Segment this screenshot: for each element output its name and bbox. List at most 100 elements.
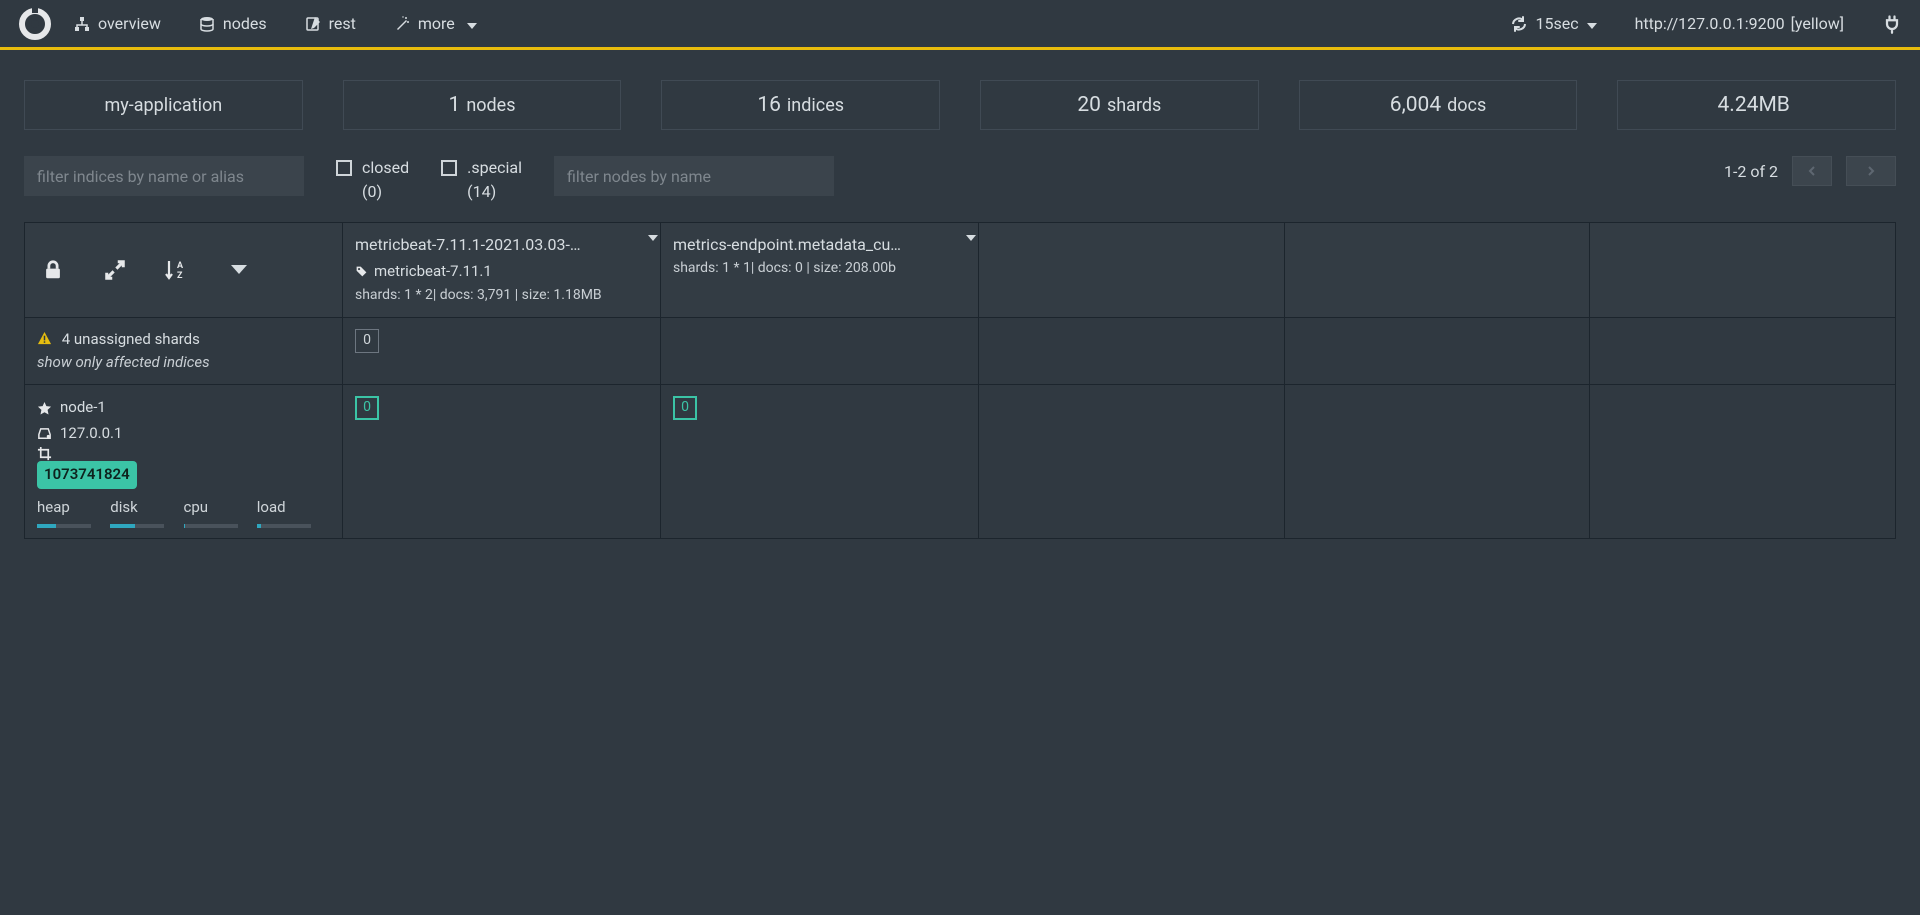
closed-checkbox[interactable]: closed (0) <box>336 156 409 204</box>
checkbox-icon <box>441 160 457 176</box>
pager-prev-button[interactable] <box>1792 156 1832 186</box>
node-ip: 127.0.0.1 <box>60 421 122 447</box>
index-tag: metricbeat-7.11.1 <box>374 260 492 283</box>
hierarchy-icon <box>74 16 90 32</box>
nav-overview[interactable]: overview <box>74 14 161 33</box>
blank-cell <box>1590 223 1895 317</box>
size-value: 4.24MB <box>1718 93 1790 117</box>
node-name: node-1 <box>60 395 106 421</box>
shard-replica-box[interactable]: 0 <box>355 329 379 353</box>
chevron-down-icon <box>467 14 477 33</box>
index-header[interactable]: metrics-endpoint.metadata_cu… shards: 1 … <box>661 223 979 317</box>
gauge-disk[interactable]: disk <box>110 495 183 529</box>
shard-cell: 0 <box>343 318 661 385</box>
nav-more[interactable]: more <box>394 14 477 33</box>
sort-az-icon[interactable]: AZ <box>163 256 191 284</box>
index-menu-toggle[interactable] <box>648 225 658 248</box>
index-meta: shards: 1 * 2| docs: 3,791 | size: 1.18M… <box>355 285 648 307</box>
blank-cell <box>979 223 1285 317</box>
refresh-icon <box>1511 16 1527 32</box>
tile-shards[interactable]: 20 shards <box>980 80 1259 130</box>
blank-cell <box>1285 223 1591 317</box>
top-navbar: overview nodes rest more 15s <box>0 0 1920 50</box>
node-gauges: heap disk cpu load <box>37 495 330 529</box>
tile-nodes[interactable]: 1 nodes <box>343 80 622 130</box>
tile-cluster-name[interactable]: my-application <box>24 80 303 130</box>
hdd-icon <box>37 426 52 441</box>
pager-text: 1-2 of 2 <box>1724 162 1778 181</box>
nodes-label: nodes <box>466 95 515 116</box>
nav-rest[interactable]: rest <box>305 14 356 33</box>
gauge-cpu[interactable]: cpu <box>184 495 257 529</box>
pager-next-button[interactable] <box>1846 156 1896 186</box>
svg-text:A: A <box>177 261 184 271</box>
chevron-down-icon <box>1587 14 1597 33</box>
node-cell: node-1 127.0.0.1 1073741824 heap <box>25 385 343 538</box>
magic-wand-icon <box>394 16 410 32</box>
shard-grid: AZ metricbeat-7.11.1-2021.03.03-… metric… <box>24 222 1896 539</box>
tile-size[interactable]: 4.24MB <box>1617 80 1896 130</box>
nav-rest-label: rest <box>329 14 356 33</box>
database-icon <box>199 16 215 32</box>
indices-count: 16 <box>757 93 781 117</box>
nav-more-label: more <box>418 14 455 33</box>
node-name-line[interactable]: node-1 <box>37 395 330 421</box>
show-affected-link[interactable]: show only affected indices <box>37 351 330 374</box>
gauge-heap[interactable]: heap <box>37 495 110 529</box>
blank-cell <box>979 318 1285 385</box>
sort-controls-cell: AZ <box>25 223 343 317</box>
unassigned-label: 4 unassigned shards <box>62 330 200 348</box>
shard-primary-box[interactable]: 0 <box>673 396 697 420</box>
filter-nodes-input[interactable] <box>554 156 834 196</box>
star-icon <box>37 401 52 416</box>
tile-docs[interactable]: 6,004 docs <box>1299 80 1578 130</box>
nav-overview-label: overview <box>98 14 161 33</box>
blank-cell <box>979 385 1285 538</box>
host-url-text: http://127.0.0.1:9200 <box>1635 14 1785 33</box>
closed-label: closed <box>362 156 409 180</box>
unassigned-cell: 4 unassigned shards show only affected i… <box>25 318 343 385</box>
filter-indices-input[interactable] <box>24 156 304 196</box>
docs-label: docs <box>1447 95 1486 116</box>
refresh-interval[interactable]: 15sec <box>1511 14 1596 33</box>
expand-arrows-icon[interactable] <box>101 256 129 284</box>
indices-label: indices <box>787 95 844 116</box>
index-name: metricbeat-7.11.1-2021.03.03-… <box>355 233 648 258</box>
nav-nodes[interactable]: nodes <box>199 14 267 33</box>
shards-count: 20 <box>1077 93 1101 117</box>
gauge-load[interactable]: load <box>257 495 330 529</box>
node-pid: 1073741824 <box>37 461 137 489</box>
index-meta: shards: 1 * 1| docs: 0 | size: 208.00b <box>673 258 966 280</box>
index-header[interactable]: metricbeat-7.11.1-2021.03.03-… metricbea… <box>343 223 661 317</box>
stats-row: my-application 1 nodes 16 indices 20 sha… <box>0 50 1920 150</box>
nodes-count: 1 <box>449 93 461 117</box>
host-url[interactable]: http://127.0.0.1:9200 [yellow] <box>1635 14 1844 33</box>
special-checkbox[interactable]: .special (14) <box>441 156 522 204</box>
svg-text:Z: Z <box>177 271 183 281</box>
special-label: .special <box>467 156 522 180</box>
shard-cell <box>661 318 979 385</box>
docs-count: 6,004 <box>1390 93 1441 117</box>
plug-icon[interactable] <box>1882 14 1902 34</box>
gauge-label: heap <box>37 495 70 521</box>
refresh-interval-label: 15sec <box>1535 14 1578 33</box>
blank-cell <box>1590 385 1895 538</box>
blank-cell <box>1285 385 1591 538</box>
crop-icon <box>37 446 52 461</box>
index-menu-toggle[interactable] <box>966 225 976 248</box>
sort-direction-icon[interactable] <box>225 256 253 284</box>
shard-primary-box[interactable]: 0 <box>355 396 379 420</box>
edit-icon <box>305 16 321 32</box>
shard-cell: 0 <box>343 385 661 538</box>
index-name: metrics-endpoint.metadata_cu… <box>673 233 966 258</box>
shards-label: shards <box>1107 95 1161 116</box>
lock-icon[interactable] <box>39 256 67 284</box>
warning-icon <box>37 330 56 348</box>
filters-row: closed (0) .special (14) 1-2 of 2 <box>0 150 1920 222</box>
closed-count: (0) <box>362 180 409 204</box>
blank-cell <box>1285 318 1591 385</box>
tile-indices[interactable]: 16 indices <box>661 80 940 130</box>
gauge-label: load <box>257 495 286 521</box>
shard-cell: 0 <box>661 385 979 538</box>
cluster-status: [yellow] <box>1791 14 1844 33</box>
